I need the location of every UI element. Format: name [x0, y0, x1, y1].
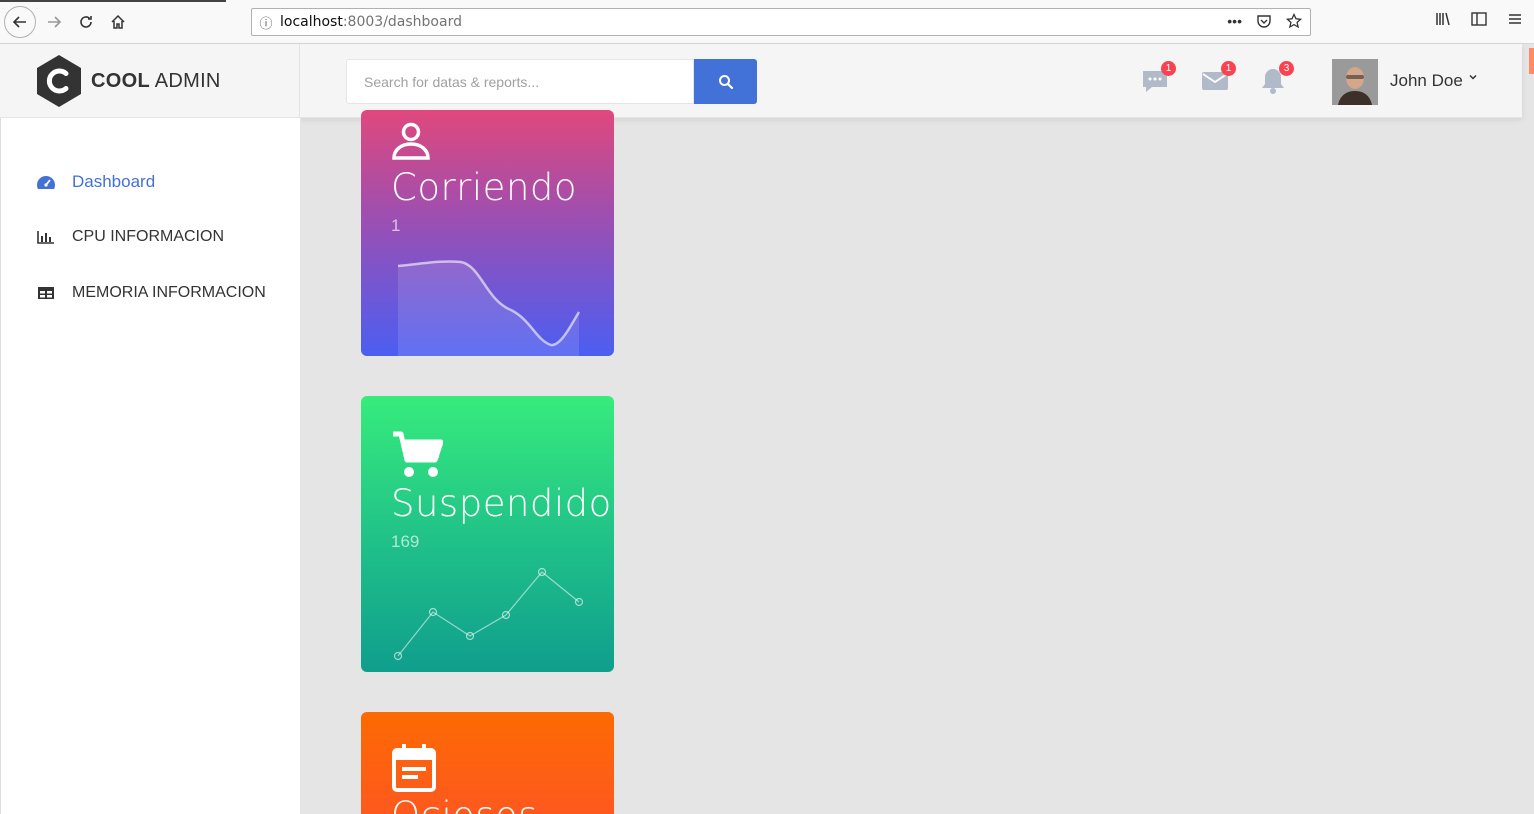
- sidebar-item-memoria[interactable]: MEMORIA INFORMACION: [36, 284, 266, 302]
- stat-card-corriendo: Corriendo 1: [361, 110, 614, 356]
- search-button[interactable]: [694, 59, 757, 104]
- chevron-down-icon[interactable]: [1468, 72, 1478, 85]
- arrow-left-icon: [12, 16, 26, 28]
- reload-button[interactable]: [70, 6, 102, 38]
- logo-text: COOL ADMIN: [91, 69, 221, 92]
- logo[interactable]: COOL ADMIN: [0, 44, 300, 118]
- url-text: localhost:8003/dashboard: [280, 14, 462, 30]
- pocket-icon[interactable]: [1256, 13, 1272, 29]
- calendar-icon: [392, 744, 436, 792]
- address-bar[interactable]: ⓘ localhost:8003/dashboard •••: [251, 8, 1311, 36]
- chat-badge: 1: [1161, 61, 1176, 76]
- sidebar-item-label: CPU INFORMACION: [72, 228, 224, 245]
- card-sparkline: [397, 260, 581, 356]
- card-value: 1: [391, 216, 401, 235]
- logo-hexagon-icon: [37, 55, 81, 107]
- chat-notification-button[interactable]: 1: [1140, 61, 1176, 96]
- mail-notification-button[interactable]: 1: [1200, 61, 1236, 96]
- card-title: Corriendo: [391, 166, 578, 209]
- sidebar: Dashboard CPU INFORMACION MEMORIA INFORM…: [0, 118, 301, 814]
- card-title: Suspendidos: [391, 482, 614, 525]
- stat-card-suspendidos: Suspendidos 169: [361, 396, 614, 672]
- sidebar-item-cpu[interactable]: CPU INFORMACION: [36, 228, 224, 246]
- hamburger-menu-icon[interactable]: [1506, 10, 1524, 28]
- user-photo: [1332, 59, 1378, 105]
- forward-button[interactable]: [38, 6, 70, 38]
- library-icon[interactable]: [1434, 10, 1452, 28]
- browser-toolbar: ⓘ localhost:8003/dashboard •••: [0, 0, 1534, 44]
- page-scrollbar[interactable]: [1529, 48, 1534, 74]
- bell-notification-button[interactable]: 3: [1258, 61, 1294, 96]
- sidebar-item-label: MEMORIA INFORMACION: [72, 284, 266, 301]
- sidebar-item-label: Dashboard: [72, 172, 156, 191]
- app-header: COOL ADMIN 1 1 3 John Doe: [0, 44, 1522, 118]
- avatar[interactable]: [1332, 59, 1378, 105]
- user-icon: [392, 122, 430, 160]
- home-button[interactable]: [102, 6, 134, 38]
- home-icon: [111, 14, 125, 29]
- url-actions: •••: [1227, 13, 1302, 29]
- mail-badge: 1: [1221, 61, 1236, 76]
- bell-badge: 3: [1279, 61, 1294, 76]
- search-input[interactable]: [346, 59, 694, 104]
- card-value: 169: [391, 532, 420, 551]
- user-name[interactable]: John Doe: [1390, 71, 1463, 91]
- tachometer-icon: [37, 176, 55, 189]
- sidebar-item-dashboard[interactable]: Dashboard: [36, 172, 155, 192]
- bookmark-star-icon[interactable]: [1286, 13, 1302, 29]
- stat-card-ociosos: Ociosos: [361, 712, 614, 814]
- arrow-right-icon: [48, 16, 62, 28]
- info-icon[interactable]: ⓘ: [252, 13, 280, 32]
- cart-icon: [393, 431, 443, 477]
- table-icon: [38, 287, 54, 299]
- sidebar-toggle-icon[interactable]: [1470, 10, 1488, 28]
- browser-toolbar-right: [1434, 10, 1524, 28]
- search-icon: [718, 74, 733, 89]
- bar-chart-icon: [37, 231, 54, 244]
- more-icon[interactable]: •••: [1227, 13, 1242, 29]
- active-tab-indicator: [0, 0, 226, 2]
- reload-icon: [80, 16, 92, 28]
- back-button[interactable]: [4, 6, 36, 38]
- card-title: Ociosos: [391, 794, 538, 814]
- card-line-chart: [393, 567, 584, 661]
